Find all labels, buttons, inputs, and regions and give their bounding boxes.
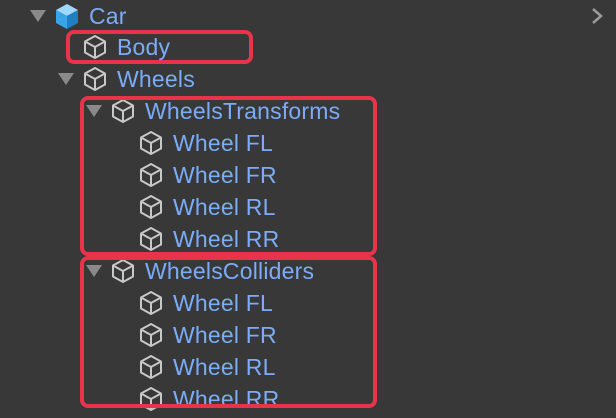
hierarchy-item-car[interactable]: Car xyxy=(0,0,616,32)
hierarchy-item-label: Car xyxy=(89,3,127,29)
hierarchy-panel: Car Body Wheels WheelsTransforms Wheel F… xyxy=(0,0,616,418)
foldout-expanded-icon[interactable] xyxy=(58,73,74,85)
highlight-box-body xyxy=(66,30,253,64)
cube-outline-icon xyxy=(81,65,109,93)
foldout-expanded-icon[interactable] xyxy=(30,10,46,22)
hierarchy-item-label: Wheels xyxy=(117,66,195,92)
hierarchy-item-wheels[interactable]: Wheels xyxy=(0,63,616,95)
highlight-box-wheels-colliders xyxy=(80,256,377,408)
chevron-right-icon[interactable] xyxy=(588,7,606,25)
cube-filled-icon xyxy=(53,2,81,30)
highlight-box-wheels-transforms xyxy=(80,96,377,256)
